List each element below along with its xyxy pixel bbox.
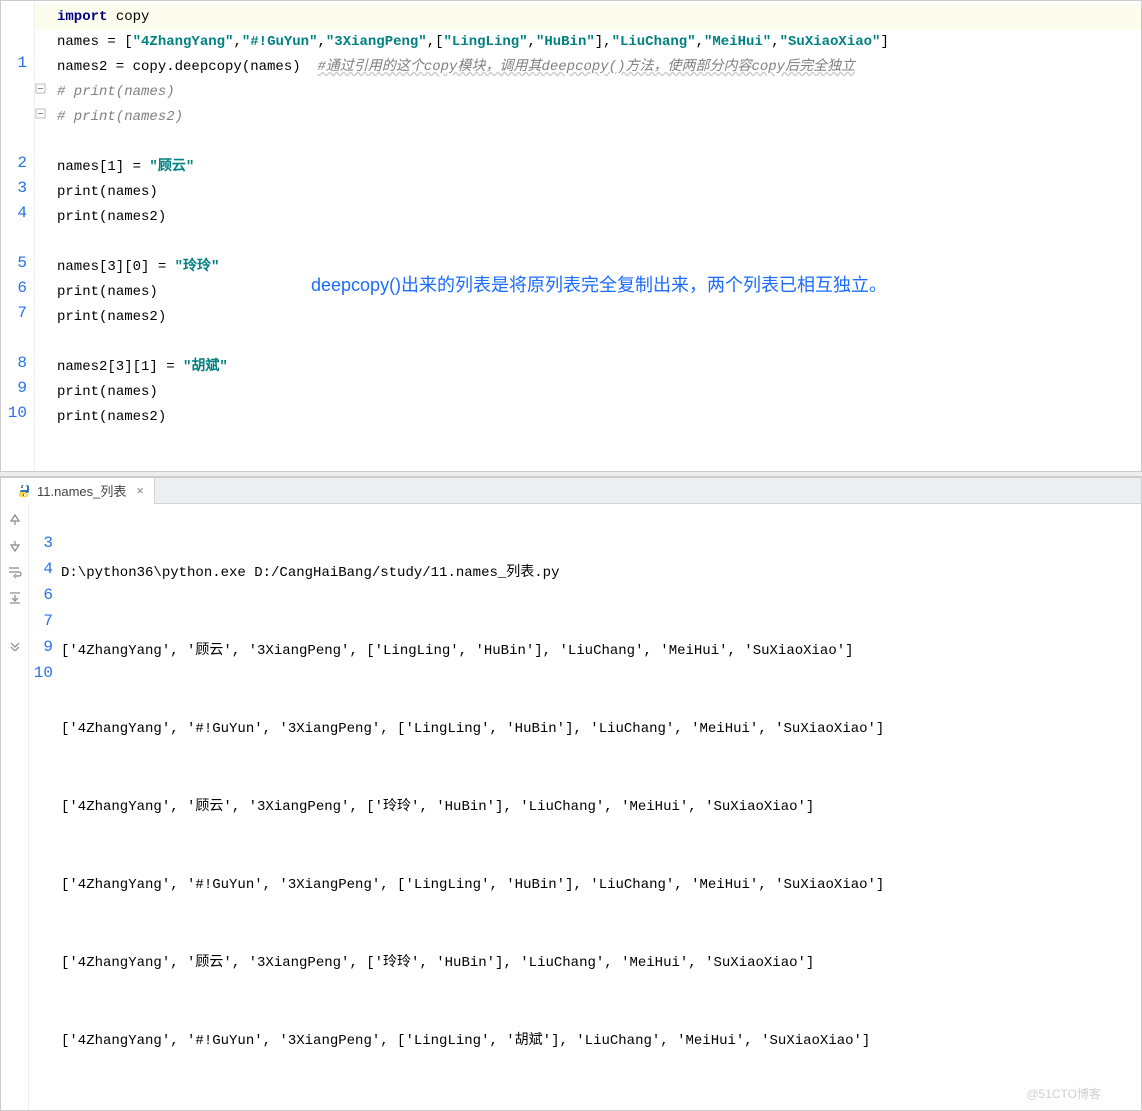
code-line[interactable]: print(names2) bbox=[57, 305, 1141, 330]
gutter-6: 6 bbox=[1, 279, 27, 297]
output-line: ['4ZhangYang', '#!GuYun', '3XiangPeng', … bbox=[61, 872, 1141, 898]
code-line[interactable]: names2[3][1] = "胡斌" bbox=[57, 355, 1141, 380]
scroll-to-end-icon[interactable] bbox=[7, 590, 23, 606]
gutter-1: 1 bbox=[1, 54, 27, 72]
run-tab-label: 11.names_列表 bbox=[37, 481, 126, 500]
gutter-9: 9 bbox=[1, 379, 27, 397]
soft-wrap-icon[interactable] bbox=[7, 564, 23, 580]
code-line[interactable]: print(names2) bbox=[57, 405, 1141, 430]
code-line[interactable]: print(names) bbox=[57, 180, 1141, 205]
gutter-5: 5 bbox=[1, 254, 27, 272]
console-command: D:\python36\python.exe D:/CangHaiBang/st… bbox=[61, 560, 1141, 586]
code-line[interactable]: names = ["4ZhangYang","#!GuYun","3XiangP… bbox=[57, 30, 1141, 55]
code-line[interactable]: names2 = copy.deepcopy(names) #通过引用的这个co… bbox=[57, 55, 1141, 80]
editor-gutter: 1 2 3 4 5 6 7 8 9 10 bbox=[1, 1, 35, 471]
output-line: ['4ZhangYang', '顾云', '3XiangPeng', ['玲玲'… bbox=[61, 950, 1141, 976]
code-line[interactable]: # print(names) bbox=[57, 80, 1141, 105]
gutter-3: 3 bbox=[1, 179, 27, 197]
python-icon bbox=[17, 484, 31, 498]
gutter-2: 2 bbox=[1, 154, 27, 172]
console-output[interactable]: D:\python36\python.exe D:/CangHaiBang/st… bbox=[57, 504, 1141, 1110]
code-line[interactable]: names[1] = "顾云" bbox=[57, 155, 1141, 180]
code-line[interactable]: print(names) bbox=[57, 380, 1141, 405]
code-line[interactable]: print(names2) bbox=[57, 205, 1141, 230]
gutter-10: 10 bbox=[1, 404, 27, 422]
gutter-8: 8 bbox=[1, 354, 27, 372]
output-line: ['4ZhangYang', '顾云', '3XiangPeng', ['玲玲'… bbox=[61, 794, 1141, 820]
fold-icon[interactable] bbox=[35, 108, 49, 122]
close-icon[interactable]: × bbox=[136, 483, 144, 498]
gutter-4: 4 bbox=[1, 204, 27, 222]
rerun-down-icon[interactable] bbox=[7, 538, 23, 554]
gutter-7: 7 bbox=[1, 304, 27, 322]
run-tab[interactable]: 11.names_列表 × bbox=[1, 478, 155, 504]
output-line: ['4ZhangYang', '顾云', '3XiangPeng', ['Lin… bbox=[61, 638, 1141, 664]
annotation-text: deepcopy()出来的列表是将原列表完全复制出来，两个列表已相互独立。 bbox=[311, 273, 887, 298]
code-line[interactable]: import copy bbox=[57, 5, 1141, 30]
console: 3 4 6 7 9 10 D:\python36\python.exe D:/C… bbox=[1, 504, 1141, 1110]
code-body[interactable]: import copy names = ["4ZhangYang","#!GuY… bbox=[49, 1, 1141, 471]
console-toolbar bbox=[1, 504, 29, 1110]
run-tab-bar: 11.names_列表 × bbox=[1, 478, 1141, 504]
fold-icon[interactable] bbox=[35, 83, 49, 97]
more-icon[interactable] bbox=[7, 638, 23, 654]
output-gutter: 3 4 6 7 9 10 bbox=[29, 504, 57, 1110]
output-line: ['4ZhangYang', '#!GuYun', '3XiangPeng', … bbox=[61, 1028, 1141, 1054]
run-panel: 11.names_列表 × 3 4 6 7 9 10 D:\python36\p… bbox=[0, 477, 1142, 1111]
rerun-up-icon[interactable] bbox=[7, 512, 23, 528]
code-editor[interactable]: 1 2 3 4 5 6 7 8 9 10 import copy names =… bbox=[0, 0, 1142, 471]
fold-column bbox=[35, 1, 49, 471]
code-line[interactable]: # print(names2) bbox=[57, 105, 1141, 130]
output-line: ['4ZhangYang', '#!GuYun', '3XiangPeng', … bbox=[61, 716, 1141, 742]
